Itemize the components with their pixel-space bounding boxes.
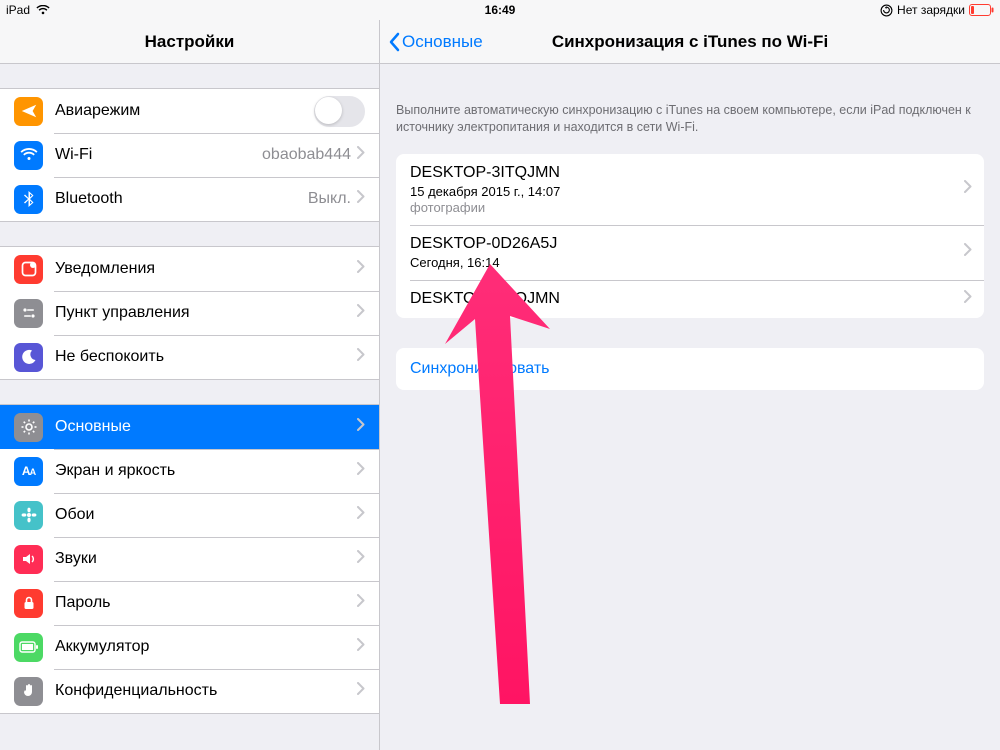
- sync-now-button[interactable]: Синхронизировать: [396, 348, 984, 390]
- general-icon: [14, 413, 43, 442]
- sidebar-item-label: Уведомления: [55, 260, 351, 278]
- chevron-right-icon: [357, 260, 365, 278]
- passcode-icon: [14, 589, 43, 618]
- chevron-right-icon: [357, 594, 365, 612]
- computer-row[interactable]: DESKTOP-0D26A5J Сегодня, 16:14: [396, 225, 984, 280]
- sidebar-item-label: Аккумулятор: [55, 638, 351, 656]
- sync-block: Синхронизировать: [396, 348, 984, 390]
- sidebar-item-label: Пункт управления: [55, 304, 351, 322]
- chevron-right-icon: [357, 418, 365, 436]
- chevron-right-icon: [357, 550, 365, 568]
- computer-row[interactable]: DESKTOP-3ITQJMN 15 декабря 2015 г., 14:07…: [396, 154, 984, 225]
- computer-name: DESKTOP-3ITQJMN: [410, 164, 970, 182]
- sidebar-item-passcode[interactable]: Пароль: [0, 581, 379, 625]
- battery-status-text: Нет зарядки: [897, 3, 965, 17]
- computers-list: DESKTOP-3ITQJMN 15 декабря 2015 г., 14:07…: [396, 154, 984, 318]
- chevron-right-icon: [357, 506, 365, 524]
- chevron-right-icon: [357, 304, 365, 322]
- computer-name: DESKTOP-0D26A5J: [410, 235, 970, 253]
- sidebar-item-label: Основные: [55, 418, 351, 436]
- chevron-right-icon: [357, 638, 365, 656]
- device-label: iPad: [6, 3, 30, 17]
- sidebar-item-label: Конфиденциальность: [55, 682, 351, 700]
- airplane-toggle[interactable]: [314, 96, 365, 127]
- battery-icon: [14, 633, 43, 662]
- sidebar-item-label: Не беспокоить: [55, 348, 351, 366]
- bluetooth-value: Выкл.: [308, 190, 351, 208]
- computer-row[interactable]: DESKTOP-3ITQJMN: [396, 280, 984, 318]
- sidebar-item-battery[interactable]: Аккумулятор: [0, 625, 379, 669]
- detail-pane: Основные Синхронизация с iTunes по Wi-Fi…: [380, 20, 1000, 750]
- wifi-status-icon: [36, 5, 50, 15]
- sidebar-item-privacy[interactable]: Конфиденциальность: [0, 669, 379, 713]
- sidebar-item-dnd[interactable]: Не беспокоить: [0, 335, 379, 379]
- status-bar: iPad 16:49 Нет зарядки: [0, 0, 1000, 20]
- settings-sidebar: Настройки АвиарежимWi-Fiobaobab444Blueto…: [0, 20, 380, 750]
- detail-title: Синхронизация с iTunes по Wi-Fi: [552, 32, 828, 52]
- sidebar-item-notifications[interactable]: Уведомления: [0, 247, 379, 291]
- sidebar-item-control-center[interactable]: Пункт управления: [0, 291, 379, 335]
- chevron-right-icon: [357, 348, 365, 366]
- sidebar-item-wifi[interactable]: Wi-Fiobaobab444: [0, 133, 379, 177]
- chevron-right-icon: [357, 146, 365, 164]
- wifi-value: obaobab444: [262, 146, 351, 164]
- computer-name: DESKTOP-3ITQJMN: [410, 290, 970, 308]
- computer-sync-time: 15 декабря 2015 г., 14:07: [410, 184, 970, 199]
- sidebar-item-general[interactable]: Основные: [0, 405, 379, 449]
- dnd-icon: [14, 343, 43, 372]
- wifi-icon: [14, 141, 43, 170]
- detail-description: Выполните автоматическую синхронизацию с…: [380, 94, 1000, 142]
- notifications-icon: [14, 255, 43, 284]
- back-label: Основные: [402, 32, 483, 52]
- bluetooth-icon: [14, 185, 43, 214]
- computer-sync-time: Сегодня, 16:14: [410, 255, 970, 270]
- sidebar-item-label: Обои: [55, 506, 351, 524]
- sidebar-item-airplane[interactable]: Авиарежим: [0, 89, 379, 133]
- battery-icon: [969, 4, 994, 16]
- sidebar-item-label: Авиарежим: [55, 102, 314, 120]
- chevron-right-icon: [964, 243, 972, 261]
- sidebar-item-wallpaper[interactable]: Обои: [0, 493, 379, 537]
- chevron-right-icon: [964, 180, 972, 198]
- sidebar-item-bluetooth[interactable]: BluetoothВыкл.: [0, 177, 379, 221]
- back-button[interactable]: Основные: [388, 32, 483, 52]
- chevron-right-icon: [357, 462, 365, 480]
- sidebar-title: Настройки: [0, 20, 379, 64]
- chevron-right-icon: [964, 290, 972, 308]
- sidebar-item-label: Пароль: [55, 594, 351, 612]
- annotation-arrow: [410, 264, 600, 724]
- status-time: 16:49: [0, 3, 1000, 17]
- chevron-right-icon: [357, 190, 365, 208]
- display-icon: AA: [14, 457, 43, 486]
- control-center-icon: [14, 299, 43, 328]
- sidebar-item-label: Bluetooth: [55, 190, 308, 208]
- sidebar-item-label: Звуки: [55, 550, 351, 568]
- privacy-icon: [14, 677, 43, 706]
- sidebar-item-sounds[interactable]: Звуки: [0, 537, 379, 581]
- computer-sync-meta: фотографии: [410, 200, 970, 215]
- sidebar-item-display[interactable]: AA Экран и яркость: [0, 449, 379, 493]
- sidebar-item-label: Wi-Fi: [55, 146, 262, 164]
- detail-header: Основные Синхронизация с iTunes по Wi-Fi: [380, 20, 1000, 64]
- wallpaper-icon: [14, 501, 43, 530]
- chevron-right-icon: [357, 682, 365, 700]
- rotation-lock-icon: [880, 4, 893, 17]
- airplane-icon: [14, 97, 43, 126]
- sidebar-item-label: Экран и яркость: [55, 462, 351, 480]
- sounds-icon: [14, 545, 43, 574]
